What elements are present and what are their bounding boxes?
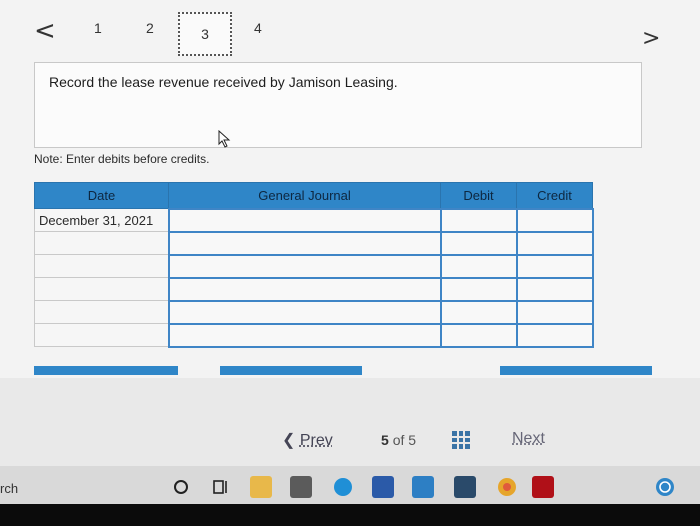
column-header-general-journal: General Journal	[168, 182, 441, 209]
account-input[interactable]	[167, 253, 442, 279]
column-header-debit: Debit	[440, 182, 517, 209]
date-cell	[34, 231, 169, 255]
date-cell	[34, 323, 169, 347]
nav-page-1[interactable]: 1	[94, 20, 102, 36]
taskbar-search-text[interactable]: rch	[0, 481, 18, 496]
table-row	[34, 230, 594, 256]
instruction-box: Record the lease revenue received by Jam…	[34, 62, 642, 148]
prev-label: Prev	[299, 432, 333, 449]
next-button[interactable]: Next	[512, 430, 545, 448]
netflix-icon[interactable]	[532, 476, 554, 498]
total-pages: 5	[408, 432, 417, 448]
debit-input[interactable]	[439, 207, 518, 233]
file-explorer-icon[interactable]	[250, 476, 272, 498]
clear-entry-button[interactable]	[220, 366, 362, 375]
account-input[interactable]	[167, 299, 442, 325]
table-row	[34, 299, 594, 325]
cortana-circle-icon[interactable]	[170, 476, 192, 498]
journal-entry-table: Date General Journal Debit Credit Decemb…	[34, 182, 594, 348]
nav-page-4[interactable]: 4	[254, 20, 262, 36]
note-text: Note: Enter debits before credits.	[34, 152, 210, 166]
credit-input[interactable]	[515, 276, 594, 302]
page-indicator: 5 of 5	[381, 432, 416, 448]
column-header-credit: Credit	[516, 182, 593, 209]
word-icon[interactable]	[372, 476, 394, 498]
help-icon[interactable]	[654, 476, 676, 498]
question-navigation: < 1 2 3 4 >	[20, 12, 690, 56]
task-view-icon[interactable]	[210, 476, 232, 498]
mail-icon[interactable]	[412, 476, 434, 498]
prev-button[interactable]: ❮ Prev	[282, 430, 333, 450]
prev-question-arrow-icon[interactable]: <	[34, 18, 56, 44]
debit-input[interactable]	[439, 276, 518, 302]
page-of-label: of	[392, 432, 405, 448]
instruction-text: Record the lease revenue received by Jam…	[49, 74, 398, 90]
credit-input[interactable]	[515, 230, 594, 256]
account-input[interactable]	[167, 207, 442, 233]
next-question-arrow-icon[interactable]: >	[642, 26, 660, 52]
account-input[interactable]	[167, 322, 442, 348]
debit-input[interactable]	[439, 253, 518, 279]
view-general-journal-button[interactable]	[500, 366, 652, 375]
credit-input[interactable]	[515, 322, 594, 348]
table-row	[34, 276, 594, 302]
debit-input[interactable]	[439, 230, 518, 256]
date-cell	[34, 277, 169, 301]
edge-icon[interactable]	[332, 476, 354, 498]
lower-panel	[0, 378, 700, 466]
nav-page-3[interactable]: 3	[178, 12, 232, 56]
nav-page-2[interactable]: 2	[146, 20, 154, 36]
record-entry-button[interactable]	[34, 366, 178, 375]
app-icon[interactable]	[454, 476, 476, 498]
monitor-bezel	[0, 504, 700, 526]
table-header-row: Date General Journal Debit Credit	[34, 182, 593, 209]
table-row: December 31, 2021	[34, 207, 594, 233]
date-cell: December 31, 2021	[34, 208, 169, 232]
account-input[interactable]	[167, 230, 442, 256]
debit-input[interactable]	[439, 299, 518, 325]
date-cell	[34, 254, 169, 278]
store-icon[interactable]	[290, 476, 312, 498]
account-input[interactable]	[167, 276, 442, 302]
credit-input[interactable]	[515, 299, 594, 325]
credit-input[interactable]	[515, 253, 594, 279]
grid-view-icon[interactable]	[452, 431, 470, 449]
chevron-left-icon: ❮	[282, 432, 296, 449]
credit-input[interactable]	[515, 207, 594, 233]
chrome-icon[interactable]	[496, 476, 518, 498]
table-row	[34, 322, 594, 348]
column-header-date: Date	[34, 182, 169, 209]
screen-area: < 1 2 3 4 > Record the lease revenue rec…	[0, 0, 700, 378]
debit-input[interactable]	[439, 322, 518, 348]
mouse-cursor-icon	[218, 130, 231, 148]
current-page: 5	[381, 432, 389, 448]
date-cell	[34, 300, 169, 324]
table-row	[34, 253, 594, 279]
